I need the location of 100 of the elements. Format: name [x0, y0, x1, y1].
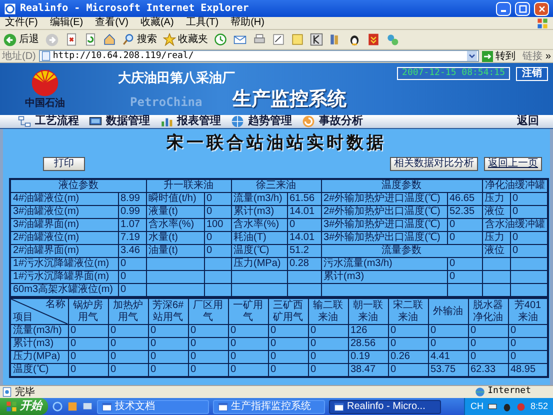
table-cell: 0 — [148, 364, 188, 377]
more-chevron[interactable]: » — [545, 48, 551, 64]
table-cell: 1.07 — [118, 218, 146, 232]
windows-logo-icon — [537, 18, 548, 28]
maximize-icon — [518, 4, 528, 14]
close-icon — [536, 4, 546, 14]
zone-text: Internet — [488, 385, 532, 398]
table-cell: 0 — [447, 270, 482, 284]
note-icon[interactable] — [291, 33, 304, 46]
column-header: 朝一联来油 — [348, 298, 388, 324]
minimize-button[interactable] — [496, 2, 511, 16]
menu-item[interactable]: 编辑(E) — [50, 17, 84, 29]
section-header: 液位参数 — [10, 179, 146, 192]
links-label[interactable]: 链接 — [522, 48, 542, 64]
home-icon[interactable] — [103, 33, 116, 46]
desktop-quicklaunch-icon[interactable] — [82, 401, 93, 412]
section-header: 净化油缓冲罐 — [482, 179, 548, 192]
refresh-icon[interactable] — [84, 33, 97, 46]
column-header: 三矿西矿用气 — [268, 298, 308, 324]
menu-item[interactable]: 工具(T) — [186, 17, 219, 29]
page-done-icon — [2, 387, 12, 397]
page-icon — [40, 51, 51, 61]
column-header: 脱水器净化油 — [468, 298, 508, 324]
table-cell: 14.01 — [287, 232, 321, 244]
taskbar-button[interactable]: 生产指挥监控系统 — [213, 400, 325, 414]
address-text: http://10.64.208.119/real/ — [52, 51, 195, 61]
table-cell: 28.56 — [348, 338, 388, 350]
maximize-button[interactable] — [515, 2, 530, 16]
table-cell: 液量(t) — [146, 206, 204, 218]
table-cell: 3#外输加热炉出口温度(℃) — [321, 232, 447, 244]
table-cell: 油量(t) — [146, 244, 204, 258]
table-cell: 46.65 — [447, 192, 482, 206]
column-header: 芳401来油 — [508, 298, 548, 324]
table-cell: 0 — [188, 364, 228, 377]
column-header: 厂区用气 — [188, 298, 228, 324]
penguin-icon[interactable] — [348, 33, 361, 46]
table-cell: 61.56 — [287, 192, 321, 206]
table-cell: 38.47 — [348, 364, 388, 377]
close-button[interactable] — [534, 2, 549, 16]
history-icon[interactable] — [214, 33, 227, 46]
column-header: 输二联来油 — [308, 298, 348, 324]
print-button[interactable]: 打印 — [43, 157, 85, 171]
taskbar-button[interactable]: 技术文档 — [97, 400, 209, 414]
go-button[interactable]: 转到 — [482, 48, 516, 64]
table-cell: 2#外输加热炉进口温度(℃) — [321, 192, 447, 206]
table-cell: 压力(MPa) — [231, 258, 287, 270]
menu-item[interactable]: 帮助(H) — [230, 17, 264, 29]
table-cell: 0 — [228, 338, 268, 350]
window-icon — [218, 402, 228, 412]
window-icon — [102, 402, 112, 412]
section-header: 含水油缓冲罐 — [482, 218, 548, 232]
menu-item[interactable]: 文件(F) — [5, 17, 38, 29]
table-cell: 0 — [108, 338, 148, 350]
column-header: 一矿用气 — [228, 298, 268, 324]
table-cell: 0 — [510, 192, 548, 206]
stop-icon[interactable] — [65, 33, 78, 46]
table-cell: 0 — [447, 232, 482, 244]
search-button[interactable]: 搜索 — [122, 32, 157, 47]
edit-icon[interactable] — [272, 33, 285, 46]
table-cell: 53.75 — [428, 364, 468, 377]
table-cell: 液位 — [482, 244, 510, 258]
column-header: 外输油 — [428, 298, 468, 324]
menu-item[interactable]: 查看(V) — [95, 17, 128, 29]
table-cell: 0 — [188, 324, 228, 338]
table-cell: 0 — [287, 218, 321, 232]
media-quicklaunch-icon[interactable] — [67, 401, 78, 412]
table-cell: 0 — [204, 244, 231, 258]
table-cell: 0 — [308, 364, 348, 377]
nav-item[interactable]: 工艺流程 — [18, 113, 79, 130]
logout-button[interactable]: 注销 — [516, 67, 548, 81]
table-cell: 瞬时值(t/h) — [146, 192, 204, 206]
globe-icon — [231, 115, 244, 128]
taskbar-button[interactable]: Realinfo - Micro... — [329, 400, 441, 414]
table-cell: 0 — [308, 350, 348, 364]
table-cell: 0 — [468, 338, 508, 350]
datetime-display: 2007-12-15 08:54:15 — [397, 67, 510, 80]
nav-item[interactable]: 报表管理 — [160, 113, 221, 130]
back-link[interactable]: 返回 — [517, 113, 539, 130]
back-button[interactable]: 后退 — [3, 32, 39, 47]
address-field[interactable]: http://10.64.208.119/real/ — [38, 50, 480, 62]
menu-item[interactable]: 收藏(A) — [140, 17, 174, 29]
keyboard-icon[interactable] — [487, 402, 498, 411]
table-cell: 0 — [508, 324, 548, 338]
printer-icon[interactable] — [253, 33, 266, 46]
compare-analysis-button[interactable]: 相关数据对比分析 — [390, 157, 478, 171]
table-cell: 含水率(%) — [231, 218, 287, 232]
table-cell: 0 — [508, 350, 548, 364]
table-cell: 0.99 — [118, 206, 146, 218]
k-letter-icon[interactable] — [310, 33, 323, 46]
chevron-tile-icon[interactable] — [367, 33, 380, 46]
table-cell: 1#污水沉降罐液位(m) — [10, 258, 118, 270]
back-previous-button[interactable]: 返回上一页 — [484, 157, 542, 171]
flow-chart-icon — [18, 115, 31, 128]
table-cell: 含水率(%) — [146, 218, 204, 232]
favorites-button[interactable]: 收藏夹 — [163, 32, 208, 47]
mail-icon[interactable] — [233, 33, 247, 46]
table-cell: 0 — [68, 350, 108, 364]
table-cell: 2#油罐界面(m) — [10, 244, 118, 258]
table-cell: 0.28 — [287, 258, 321, 270]
table-cell: 0 — [188, 338, 228, 350]
